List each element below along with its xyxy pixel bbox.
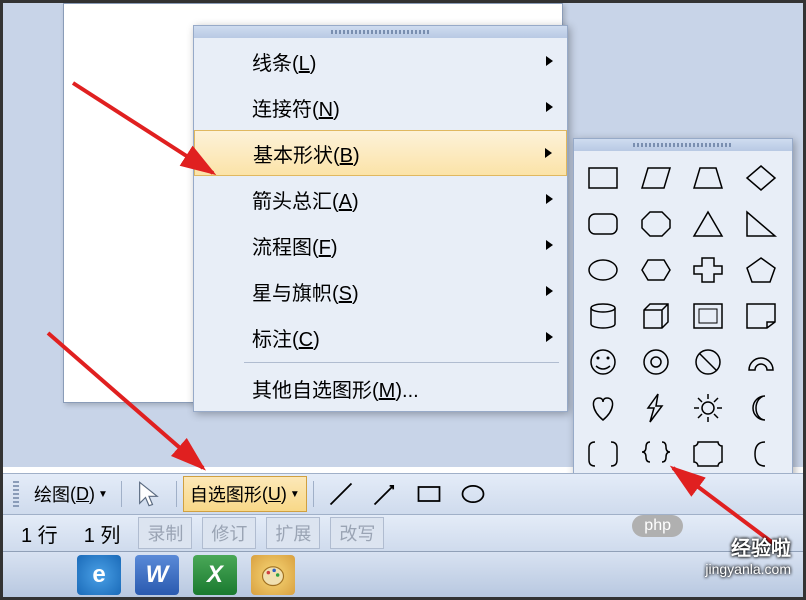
shape-smiley[interactable] [578, 339, 628, 385]
menu-item-basic-shapes[interactable]: 基本形状(B) [194, 130, 567, 176]
status-overwrite[interactable]: 改写 [330, 517, 384, 549]
shape-double-bracket[interactable] [578, 431, 628, 477]
shape-diamond[interactable] [736, 155, 786, 201]
line-tool[interactable] [320, 475, 362, 513]
menu-separator [244, 362, 559, 363]
shape-parallelogram[interactable] [631, 155, 681, 201]
status-extend[interactable]: 扩展 [266, 517, 320, 549]
shape-rounded-rect[interactable] [578, 201, 628, 247]
shape-bevel[interactable] [683, 293, 733, 339]
oval-tool[interactable] [452, 475, 494, 513]
menu-label: 流程图(F) [244, 231, 546, 260]
shape-donut[interactable] [631, 339, 681, 385]
shape-double-brace[interactable] [631, 431, 681, 477]
php-badge: php [632, 515, 683, 537]
menu-item-block-arrows[interactable]: 箭头总汇(A) [194, 176, 567, 222]
shape-right-triangle[interactable] [736, 201, 786, 247]
separator [313, 481, 314, 507]
line-icon [327, 480, 355, 508]
excel-icon[interactable]: X [193, 555, 237, 595]
chevron-right-icon [546, 102, 553, 112]
chevron-right-icon [545, 148, 552, 158]
shape-trapezoid[interactable] [683, 155, 733, 201]
menu-item-connectors[interactable]: 连接符(N) [194, 84, 567, 130]
chevron-right-icon [546, 56, 553, 66]
shapes-grid [574, 151, 792, 527]
separator [121, 481, 122, 507]
ie-icon[interactable]: e [77, 555, 121, 595]
shape-no-symbol[interactable] [683, 339, 733, 385]
word-icon[interactable]: W [135, 555, 179, 595]
chevron-right-icon [546, 194, 553, 204]
chevron-right-icon [546, 286, 553, 296]
shape-oval[interactable] [578, 247, 628, 293]
chevron-right-icon [546, 240, 553, 250]
shape-cube[interactable] [631, 293, 681, 339]
shape-hexagon[interactable] [631, 247, 681, 293]
oval-icon [459, 480, 487, 508]
shape-cross[interactable] [683, 247, 733, 293]
rectangle-icon [415, 480, 443, 508]
status-row: 1 行 [13, 517, 66, 550]
shape-plaque[interactable] [683, 431, 733, 477]
status-revise[interactable]: 修订 [202, 517, 256, 549]
shape-cylinder[interactable] [578, 293, 628, 339]
chevron-right-icon [546, 332, 553, 342]
pointer-icon [135, 480, 163, 508]
status-bar: 1 行 1 列 录制 修订 扩展 改写 [3, 515, 803, 551]
rectangle-tool[interactable] [408, 475, 450, 513]
shape-moon[interactable] [736, 385, 786, 431]
arrow-tool[interactable] [364, 475, 406, 513]
menu-item-more-shapes[interactable]: 其他自选图形(M)... [194, 365, 567, 411]
shape-pentagon[interactable] [736, 247, 786, 293]
shape-sun[interactable] [683, 385, 733, 431]
menu-label: 其他自选图形(M)... [244, 374, 559, 403]
menu-item-flowchart[interactable]: 流程图(F) [194, 222, 567, 268]
menu-label: 线条(L) [244, 47, 546, 76]
menu-drag-handle[interactable] [194, 26, 567, 38]
shape-triangle[interactable] [683, 201, 733, 247]
menu-label: 标注(C) [244, 323, 546, 352]
menu-label: 星与旗帜(S) [244, 277, 546, 306]
draw-menu-button[interactable]: 绘图(D)▼ [27, 476, 115, 512]
toolbar-grip[interactable] [13, 481, 19, 507]
basic-shapes-palette [573, 138, 793, 528]
autoshapes-menu: 线条(L) 连接符(N) 基本形状(B) 箭头总汇(A) 流程图(F) [193, 25, 568, 412]
arrow-icon [371, 480, 399, 508]
autoshapes-menu-button[interactable]: 自选图形(U)▼ [183, 476, 307, 512]
shape-block-arc[interactable] [736, 339, 786, 385]
menu-item-callouts[interactable]: 标注(C) [194, 314, 567, 360]
pointer-tool[interactable] [128, 475, 170, 513]
separator [176, 481, 177, 507]
shape-octagon[interactable] [631, 201, 681, 247]
menu-item-stars-banners[interactable]: 星与旗帜(S) [194, 268, 567, 314]
status-record[interactable]: 录制 [138, 517, 192, 549]
shape-left-bracket[interactable] [736, 431, 786, 477]
menu-label: 箭头总汇(A) [244, 185, 546, 214]
shape-folded-corner[interactable] [736, 293, 786, 339]
shape-heart[interactable] [578, 385, 628, 431]
menu-item-lines[interactable]: 线条(L) [194, 38, 567, 84]
paint-icon[interactable] [251, 555, 295, 595]
menu-label: 基本形状(B) [245, 139, 545, 168]
taskbar: e W X [3, 551, 803, 597]
menu-label: 连接符(N) [244, 93, 546, 122]
drawing-toolbar: 绘图(D)▼ 自选图形(U)▼ [3, 473, 803, 515]
shape-rectangle[interactable] [578, 155, 628, 201]
shape-lightning[interactable] [631, 385, 681, 431]
palette-drag-handle[interactable] [574, 139, 792, 151]
status-col: 1 列 [76, 517, 129, 550]
